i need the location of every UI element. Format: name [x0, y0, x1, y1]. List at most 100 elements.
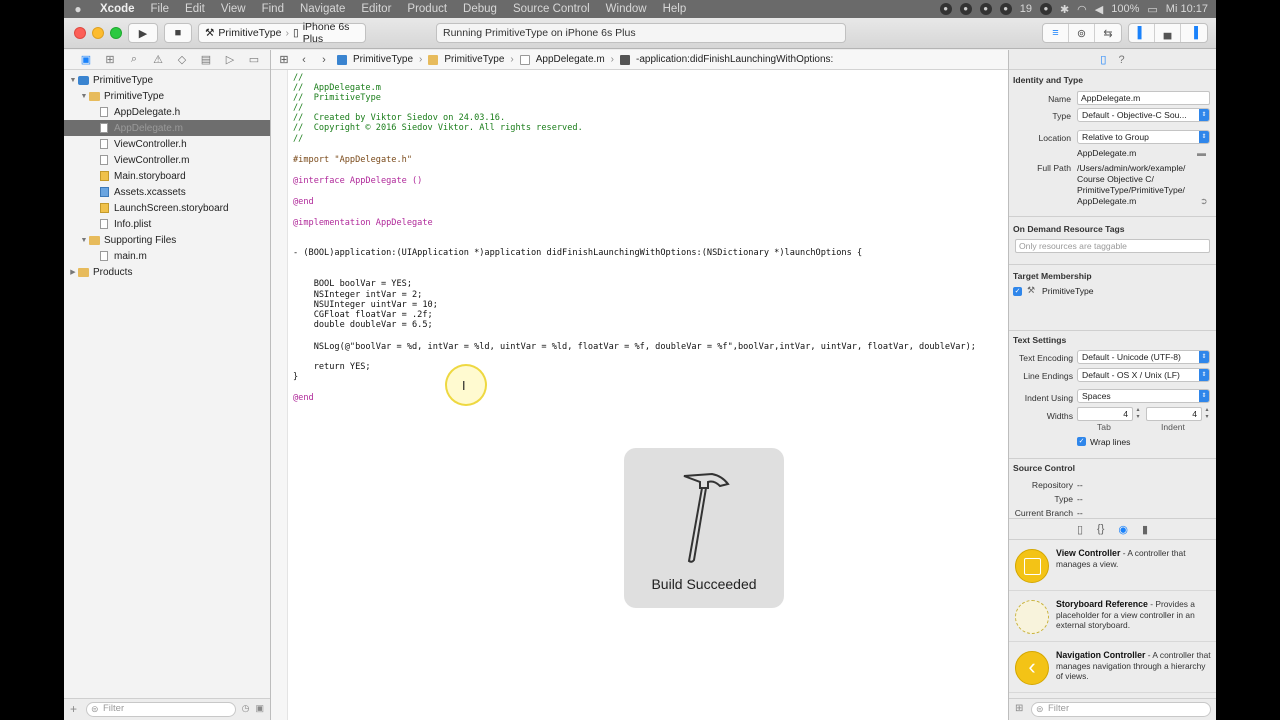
- resource-tags-field[interactable]: Only resources are taggable: [1015, 239, 1210, 253]
- code-line[interactable]: //: [293, 134, 303, 145]
- object-library-icon[interactable]: ◉: [1118, 523, 1128, 536]
- navigator-filter-input[interactable]: ⊜ Filter: [86, 702, 236, 717]
- recent-files-icon[interactable]: ◷: [242, 703, 250, 714]
- tree-item[interactable]: Info.plist: [64, 216, 270, 232]
- code-line[interactable]: return YES;: [293, 362, 371, 373]
- folder-icon[interactable]: ▣: [74, 53, 98, 66]
- code-line[interactable]: // Copyright © 2016 Siedov Viktor. All r…: [293, 123, 583, 134]
- menu-file[interactable]: File: [143, 3, 178, 15]
- battery-percentage[interactable]: 100%: [1111, 3, 1139, 15]
- tree-item[interactable]: ▼ Supporting Files: [64, 232, 270, 248]
- scheme-target[interactable]: PrimitiveType: [218, 27, 281, 39]
- utilities-toggle-icon[interactable]: ▐: [1181, 24, 1207, 42]
- menu-xcode[interactable]: Xcode: [92, 3, 143, 15]
- status-app-icon[interactable]: ●: [979, 3, 992, 15]
- code-line[interactable]: BOOL boolVar = YES;: [293, 279, 412, 290]
- run-button[interactable]: ▶: [128, 23, 158, 43]
- disclosure-triangle-icon[interactable]: ▼: [79, 93, 89, 100]
- folder-icon[interactable]: ▬: [1197, 148, 1206, 158]
- disclosure-triangle-icon[interactable]: ▼: [68, 77, 78, 84]
- tree-item[interactable]: Assets.xcassets: [64, 184, 270, 200]
- file-template-icon[interactable]: ▯: [1077, 523, 1083, 536]
- reveal-in-finder-icon[interactable]: ➲: [1200, 196, 1208, 207]
- volume-icon[interactable]: ◀: [1095, 3, 1103, 16]
- menu-editor[interactable]: Editor: [353, 3, 399, 15]
- assistant-editor-icon[interactable]: ⊚: [1069, 24, 1095, 42]
- menu-view[interactable]: View: [213, 3, 254, 15]
- tab-width-stepper[interactable]: ▴ ▾: [1134, 407, 1142, 421]
- breakpoint-icon[interactable]: ▷: [218, 53, 242, 66]
- breadcrumb-file[interactable]: AppDelegate.m: [536, 54, 605, 65]
- stop-button[interactable]: ■: [164, 23, 192, 43]
- code-line[interactable]: double doubleVar = 6.5;: [293, 320, 433, 331]
- symbol-icon[interactable]: ⊞: [98, 53, 122, 66]
- type-popup[interactable]: Default - Objective-C Sou... ⇕: [1077, 108, 1210, 122]
- standard-editor-icon[interactable]: ≡: [1043, 24, 1069, 42]
- tree-item[interactable]: ▼ PrimitiveType: [64, 72, 270, 88]
- file-inspector-icon[interactable]: ▯: [1100, 53, 1106, 66]
- line-gutter[interactable]: [271, 70, 288, 720]
- tree-item[interactable]: ViewController.m: [64, 152, 270, 168]
- scheme-selector[interactable]: ⚒ PrimitiveType › ▯ iPhone 6s Plus: [198, 21, 366, 45]
- bluetooth-icon[interactable]: ✱: [1060, 3, 1069, 16]
- library-item[interactable]: ‹ Navigation Controller - A controller t…: [1009, 643, 1216, 693]
- code-line[interactable]: }: [293, 372, 298, 383]
- status-app-icon[interactable]: ●: [1039, 3, 1052, 15]
- breadcrumb-method[interactable]: -application:didFinishLaunchingWithOptio…: [636, 54, 833, 65]
- report-icon[interactable]: ▭: [242, 53, 266, 66]
- library-item[interactable]: Storyboard Reference - Provides a placeh…: [1009, 592, 1216, 642]
- scm-status-icon[interactable]: ▣: [255, 703, 264, 714]
- tree-item[interactable]: Main.storyboard: [64, 168, 270, 184]
- code-line[interactable]: @implementation AppDelegate: [293, 218, 433, 229]
- navigator-toggle-icon[interactable]: ▌: [1129, 24, 1155, 42]
- tree-item[interactable]: ViewController.h: [64, 136, 270, 152]
- name-field[interactable]: AppDelegate.m: [1077, 91, 1210, 105]
- tree-item[interactable]: AppDelegate.h: [64, 104, 270, 120]
- debug-area-toggle-icon[interactable]: ▄: [1155, 24, 1181, 42]
- minimize-window-button[interactable]: [92, 27, 104, 39]
- code-line[interactable]: NSLog(@"boolVar = %d, intVar = %ld, uint…: [293, 342, 976, 353]
- menu-edit[interactable]: Edit: [177, 3, 213, 15]
- indent-using-popup[interactable]: Spaces ⇕: [1077, 389, 1210, 403]
- forward-icon[interactable]: ›: [317, 54, 331, 66]
- grid-view-icon[interactable]: ⊞: [1015, 703, 1023, 714]
- menu-help[interactable]: Help: [655, 3, 695, 15]
- back-icon[interactable]: ‹: [297, 54, 311, 66]
- encoding-popup[interactable]: Default - Unicode (UTF-8) ⇕: [1077, 350, 1210, 364]
- status-app-icon[interactable]: ●: [959, 3, 972, 15]
- menu-debug[interactable]: Debug: [455, 3, 505, 15]
- code-line[interactable]: #import "AppDelegate.h": [293, 155, 412, 166]
- target-checkbox[interactable]: ✓: [1013, 287, 1022, 296]
- tree-item[interactable]: ▶ Products: [64, 264, 270, 280]
- menu-product[interactable]: Product: [399, 3, 455, 15]
- indent-width-stepper[interactable]: ▴ ▾: [1203, 407, 1211, 421]
- scheme-device[interactable]: iPhone 6s Plus: [303, 21, 365, 45]
- search-icon[interactable]: ⌕: [122, 53, 146, 66]
- library-item[interactable]: View Controller - A controller that mana…: [1009, 541, 1216, 591]
- location-popup[interactable]: Relative to Group ⇕: [1077, 130, 1210, 144]
- endings-popup[interactable]: Default - OS X / Unix (LF) ⇕: [1077, 368, 1210, 382]
- wifi-icon[interactable]: ◠: [1077, 3, 1087, 16]
- apple-menu-icon[interactable]: ●: [64, 2, 92, 16]
- menu-window[interactable]: Window: [598, 3, 655, 15]
- test-icon[interactable]: ◇: [170, 53, 194, 66]
- battery-icon[interactable]: ▭: [1147, 3, 1157, 16]
- status-app-icon[interactable]: ●: [999, 3, 1012, 15]
- debug-icon[interactable]: ▤: [194, 53, 218, 66]
- media-library-icon[interactable]: ▮: [1142, 523, 1148, 536]
- code-line[interactable]: @end: [293, 197, 314, 208]
- menu-source-control[interactable]: Source Control: [505, 3, 598, 15]
- quick-help-icon[interactable]: ?: [1118, 54, 1124, 66]
- tree-item[interactable]: ▼ PrimitiveType: [64, 88, 270, 104]
- zoom-window-button[interactable]: [110, 27, 122, 39]
- disclosure-triangle-icon[interactable]: ▼: [79, 237, 89, 244]
- tree-item[interactable]: AppDelegate.m: [64, 120, 270, 136]
- tree-item[interactable]: main.m: [64, 248, 270, 264]
- menu-navigate[interactable]: Navigate: [292, 3, 353, 15]
- indent-width-field[interactable]: 4: [1146, 407, 1202, 421]
- menu-find[interactable]: Find: [254, 3, 292, 15]
- wrap-lines-checkbox[interactable]: ✓: [1077, 437, 1086, 446]
- add-icon[interactable]: +: [70, 702, 77, 716]
- code-line[interactable]: // PrimitiveType: [293, 93, 381, 104]
- status-app-icon[interactable]: ●: [939, 3, 952, 15]
